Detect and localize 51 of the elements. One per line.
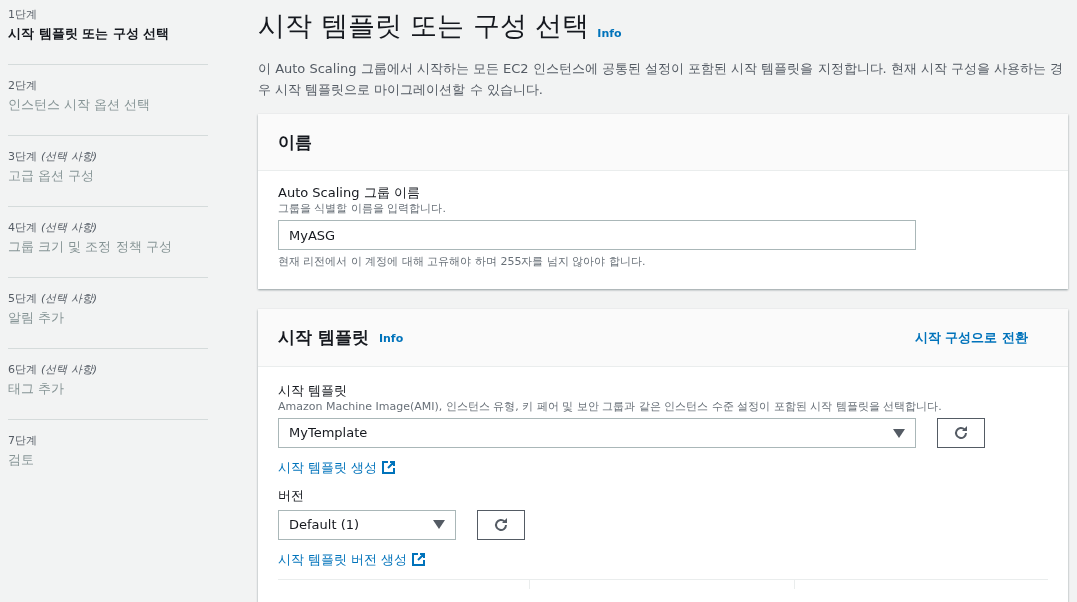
step-number: 7단계 (8, 433, 37, 449)
wizard-step[interactable]: 4단계 (선택 사항) 그룹 크기 및 조정 정책 구성 (8, 219, 208, 278)
external-link[interactable]: 시작 템플릿 버전 생성 (278, 549, 426, 569)
step-number: 4단계 (8, 220, 37, 236)
step-title: 시작 템플릿 또는 구성 선택 (8, 25, 171, 43)
caret-icon (893, 428, 905, 438)
page-title: 시작 템플릿 또는 구성 선택 (258, 9, 590, 43)
wizard-step[interactable]: 1단계 시작 템플릿 또는 구성 선택 (8, 6, 208, 65)
optional-label: (선택 사항) (41, 220, 98, 236)
wizard-step[interactable]: 5단계 (선택 사항) 알림 추가 (8, 290, 208, 349)
wizard-step[interactable]: 7단계 검토 (8, 432, 208, 490)
external-link-icon (382, 461, 396, 475)
step-number: 3단계 (8, 149, 37, 165)
wizard-step[interactable]: 3단계 (선택 사항) 고급 옵션 구성 (8, 148, 208, 207)
panel-title: 이름 (278, 131, 313, 154)
field-hint: Amazon Machine Image(AMI), 인스턴스 유형, 키 페어 및 보안 그룹과 같은 인스턴스 수준 설정이 포함된 시작 템플릿을 선택합니다. (278, 399, 943, 414)
field-hint: 그룹을 식별할 이름을 입력합니다. (278, 201, 447, 216)
info-link[interactable]: Info (378, 331, 404, 348)
page-description: 이 Auto Scaling 그룹에서 시작하는 모든 EC2 인스턴스에 공통된 설정이 포함된 시작 템플릿을 지정합니다. 현재 시작 구성을 사용하는 경우 시작 템플릿으로 마이그레이션할 수 있습니다. (258, 60, 1065, 99)
step-title: 알림 추가 (8, 309, 66, 327)
optional-label: (선택 사항) (41, 362, 98, 378)
step-title: 고급 옵션 구성 (8, 167, 96, 185)
input-field[interactable]: MyASG (278, 220, 916, 250)
info-link[interactable]: Info (597, 25, 622, 42)
refresh-icon (953, 425, 969, 441)
switch-link[interactable]: 시작 구성으로 전환 (914, 327, 1028, 348)
step-number: 5단계 (8, 291, 37, 307)
wizard-step[interactable]: 6단계 (선택 사항) 태그 추가 (8, 361, 208, 420)
step-title: 인스턴스 시작 옵션 선택 (8, 96, 152, 114)
wizard-step[interactable]: 2단계 인스턴스 시작 옵션 선택 (8, 77, 208, 136)
template-dropdown[interactable]: MyTemplate (278, 418, 916, 448)
step-title: 그룹 크기 및 조정 정책 구성 (8, 238, 173, 256)
refresh-button[interactable] (937, 418, 985, 448)
step-title: 태그 추가 (8, 380, 66, 398)
step-number: 6단계 (8, 362, 37, 378)
version-dropdown[interactable]: Default (1) (278, 509, 456, 540)
step-title: 검토 (8, 451, 35, 469)
field-label: 버전 (278, 487, 305, 504)
refresh-button[interactable] (477, 509, 525, 540)
field-label: 시작 템플릿 (278, 383, 349, 399)
external-link[interactable]: 시작 템플릿 생성 (278, 458, 396, 478)
optional-label: (선택 사항) (41, 149, 98, 165)
field-constraint: 현재 리전에서 이 계정에 대해 고유해야 하며 255자를 넘지 않아야 합니다. (278, 254, 647, 269)
panel-title: 시작 템플릿 (278, 325, 369, 349)
step-number: 1단계 (8, 7, 37, 23)
step-number: 2단계 (8, 78, 37, 94)
field-label: Auto Scaling 그룹 이름 (278, 185, 421, 201)
refresh-icon (493, 516, 509, 533)
caret-icon (433, 520, 445, 529)
external-link-icon (412, 552, 426, 566)
optional-label: (선택 사항) (41, 291, 98, 307)
